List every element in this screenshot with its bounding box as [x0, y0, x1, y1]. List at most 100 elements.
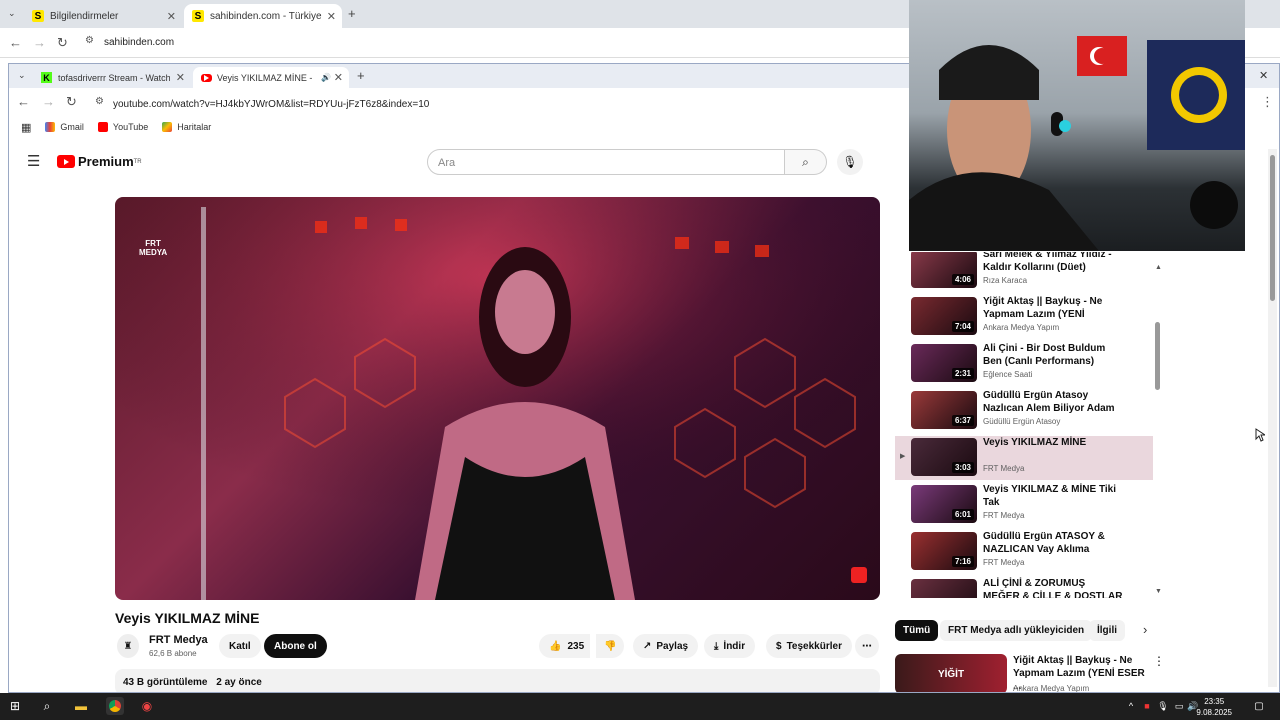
- back-arrow-icon[interactable]: ←: [17, 94, 30, 109]
- back-tab-sahibinden[interactable]: S sahibinden.com - Türkiye'nin O ✕: [184, 4, 342, 28]
- view-count: 43 B görüntüleme: [123, 677, 208, 688]
- playlist-item-title: Yiğit Aktaş || Baykuş - Ne Yapmam Lazım …: [983, 296, 1103, 320]
- bookmark-haritalar[interactable]: Haritalar: [162, 122, 211, 132]
- playlist-scroll-down-icon[interactable]: ▼: [1155, 588, 1162, 595]
- new-tab-icon[interactable]: +: [357, 68, 365, 83]
- thanks-icon: $: [776, 640, 782, 652]
- sahibinden-favicon: S: [192, 10, 204, 22]
- close-icon[interactable]: ✕: [176, 71, 185, 84]
- playlist-item-title: ALİ ÇİNİ & ZORUMUŞ MEĞER & ÇİLLE & DOSTL…: [983, 578, 1123, 598]
- video-frame: [115, 197, 880, 600]
- taskbar-clock[interactable]: 23:35 9.08.2025: [1196, 696, 1232, 718]
- bookmark-youtube[interactable]: YouTube: [97, 122, 148, 132]
- page-scrollbar-thumb[interactable]: [1270, 155, 1275, 301]
- apps-grid-icon[interactable]: ▦: [21, 121, 31, 134]
- channel-name[interactable]: FRT Medya: [149, 634, 208, 646]
- chip-all[interactable]: Tümü: [895, 620, 939, 641]
- playlist-item[interactable]: ALİ ÇİNİ & ZORUMUŞ MEĞER & ÇİLLE & DOSTL…: [895, 577, 1153, 598]
- download-button[interactable]: ⤓ İndir: [704, 634, 756, 658]
- forward-arrow-icon[interactable]: →: [33, 35, 46, 50]
- playlist-item[interactable]: 6:01 Veyis YIKILMAZ & MİNE Tiki Tak FRT Me…: [895, 483, 1153, 527]
- front-tab-stream[interactable]: K tofasdriverrr Stream - Watch Li ✕: [33, 67, 191, 88]
- video-player[interactable]: FRT MEDYA: [115, 197, 880, 600]
- front-address-bar[interactable]: youtube.com/watch?v=HJ4kbYJWrOM&list=RDY…: [113, 99, 429, 110]
- playlist-item-channel: Rıza Karaca: [983, 276, 1028, 285]
- duration-badge: 7:04: [951, 321, 974, 332]
- close-icon[interactable]: ✕: [327, 10, 336, 23]
- playlist-item[interactable]: ▶ 3:03 Veyis YIKILMAZ MİNE FRT Medya: [895, 436, 1153, 480]
- playlist-thumbnail: 6:01: [911, 485, 977, 523]
- recording-app-icon[interactable]: ◉: [138, 697, 156, 715]
- file-explorer-icon[interactable]: ▬: [72, 697, 90, 715]
- subscribe-button[interactable]: Abone ol: [264, 634, 327, 658]
- playlist-item-channel: Ankara Medya Yapım: [983, 323, 1060, 332]
- reload-icon[interactable]: ↻: [57, 35, 68, 51]
- page-scrollbar[interactable]: [1268, 149, 1277, 687]
- search-input[interactable]: Ara: [427, 149, 785, 175]
- playlist-item-title: Güdüllü Ergün ATASOY & NAZLICAN Vay Aklı…: [983, 531, 1105, 555]
- tab-search-icon[interactable]: ⌄: [18, 70, 26, 81]
- share-button[interactable]: ↗ Paylaş: [633, 634, 699, 658]
- playlist-item[interactable]: 7:16 Güdüllü Ergün ATASOY & NAZLICAN Vay …: [895, 530, 1153, 574]
- back-arrow-icon[interactable]: ←: [9, 35, 22, 50]
- upload-date: 2 ay önce: [216, 677, 262, 688]
- playlist-panel: 4:06 Sarı Melek & Yılmaz Yıldız - Kaldır …: [895, 252, 1153, 598]
- search-icon[interactable]: ⌕: [38, 697, 56, 715]
- playlist-thumbnail: 4:06: [911, 252, 977, 288]
- speaker-icon[interactable]: 🔊: [321, 73, 331, 82]
- chip-from-uploader[interactable]: FRT Medya adlı yükleyiciden: [940, 620, 1093, 641]
- frt-medya-watermark: FRT MEDYA: [139, 239, 168, 257]
- playlist-item[interactable]: 6:37 Güdüllü Ergün Atasoy Nazlıcan Alem B…: [895, 389, 1153, 433]
- duration-badge: 4:06: [951, 274, 974, 285]
- tab-search-icon[interactable]: ⌄: [8, 8, 16, 19]
- chrome-icon[interactable]: [106, 697, 124, 715]
- more-actions-button[interactable]: ⋯: [855, 634, 879, 658]
- menu-dots-icon[interactable]: ⋮: [1261, 94, 1274, 110]
- reload-icon[interactable]: ↻: [66, 94, 77, 110]
- playlist-item[interactable]: 7:04 Yiğit Aktaş || Baykuş - Ne Yapmam La…: [895, 295, 1153, 339]
- playlist-item-title: Güdüllü Ergün Atasoy Nazlıcan Alem Biliy…: [983, 390, 1115, 414]
- close-icon[interactable]: ✕: [334, 71, 343, 84]
- voice-search-button[interactable]: 🎙: [837, 149, 863, 175]
- maps-icon: [162, 122, 173, 132]
- back-address-bar[interactable]: sahibinden.com: [104, 37, 174, 48]
- playlist-item[interactable]: 2:31 Ali Çini - Bir Dost Buldum Ben (Canl…: [895, 342, 1153, 386]
- like-button[interactable]: 👍 235: [539, 634, 591, 658]
- notifications-icon[interactable]: ▢: [1250, 697, 1268, 715]
- duration-badge: 7:16: [951, 556, 974, 567]
- playlist-scroll-up-icon[interactable]: ▲: [1155, 264, 1162, 271]
- sahibinden-favicon: S: [32, 10, 44, 22]
- window-close-icon[interactable]: ✕: [1259, 69, 1268, 82]
- duration-badge: 6:01: [951, 509, 974, 520]
- kick-favicon: K: [41, 72, 52, 83]
- site-info-icon[interactable]: ⚙: [85, 35, 94, 46]
- now-playing-icon: ▶: [900, 453, 906, 460]
- recommended-video[interactable]: YİĞİT Yiğit Aktaş || Baykuş - Ne Yapmam …: [895, 654, 1165, 693]
- dislike-button[interactable]: 👎: [596, 634, 625, 658]
- more-dots-icon[interactable]: ⋮: [1153, 654, 1165, 668]
- site-info-icon[interactable]: ⚙: [95, 96, 104, 107]
- hamburger-menu-icon[interactable]: ☰: [27, 152, 40, 170]
- bookmark-gmail[interactable]: Gmail: [45, 122, 84, 132]
- join-button[interactable]: Katıl: [219, 634, 261, 658]
- thanks-button[interactable]: $ Teşekkürler: [766, 634, 852, 658]
- chip-related[interactable]: İlgili: [1089, 620, 1125, 641]
- search-icon: ⌕: [802, 154, 809, 169]
- playlist-item[interactable]: 4:06 Sarı Melek & Yılmaz Yıldız - Kaldır …: [895, 252, 1153, 292]
- forward-arrow-icon[interactable]: →: [42, 94, 55, 109]
- youtube-premium-logo[interactable]: Premium TR: [57, 154, 142, 169]
- windows-start-icon[interactable]: ⊞: [6, 697, 24, 715]
- front-tab-youtube[interactable]: Veyis YIKILMAZ MİNE - You 🔊 ✕: [193, 67, 349, 88]
- tab-label: tofasdriverrr Stream - Watch Li: [58, 72, 170, 83]
- description-box[interactable]: 43 B görüntüleme 2 ay önce: [115, 669, 880, 692]
- playlist-item-title: Ali Çini - Bir Dost Buldum Ben (Canlı Pe…: [983, 343, 1106, 367]
- playlist-thumbnail: 3:03: [911, 438, 977, 476]
- recommended-channel: Ankara Medya Yapım: [1013, 684, 1090, 693]
- channel-avatar[interactable]: ♜: [117, 634, 139, 658]
- back-tab-bilgilendirmeler[interactable]: S Bilgilendirmeler ✕: [24, 4, 182, 28]
- playlist-scrollbar-thumb[interactable]: [1155, 322, 1160, 390]
- chevron-right-icon[interactable]: ›: [1143, 622, 1147, 637]
- new-tab-icon[interactable]: +: [348, 6, 356, 21]
- close-icon[interactable]: ✕: [167, 10, 176, 23]
- search-button[interactable]: ⌕: [785, 149, 827, 175]
